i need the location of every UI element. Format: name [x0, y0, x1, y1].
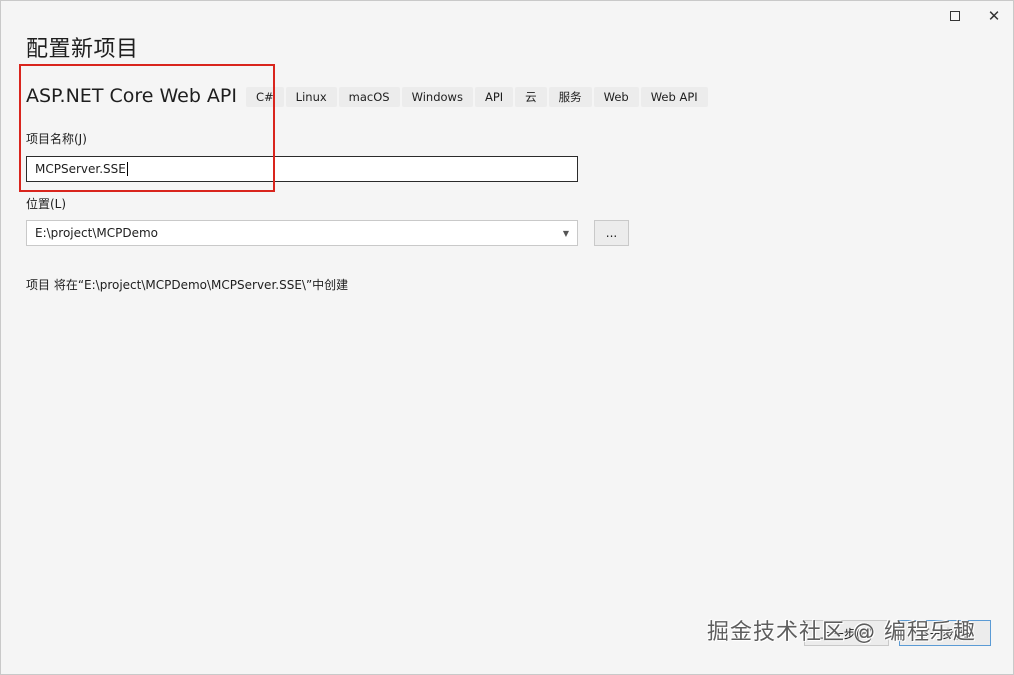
location-value: E:\project\MCPDemo: [35, 226, 158, 240]
project-name-input[interactable]: MCPServer.SSE: [26, 156, 578, 182]
text-caret: [126, 162, 128, 176]
project-name-value: MCPServer.SSE: [35, 162, 126, 176]
browse-button[interactable]: ...: [594, 220, 629, 246]
tag-cloud: 云: [515, 87, 547, 107]
close-icon: ✕: [987, 7, 1001, 25]
create-path-info: 项目 将在“E:\project\MCPDemo\MCPServer.SSE\”…: [26, 278, 349, 292]
chevron-down-icon[interactable]: ▼: [563, 229, 569, 238]
template-name: ASP.NET Core Web API: [26, 85, 237, 107]
tag-api: API: [474, 87, 514, 107]
tag-csharp: C#: [246, 87, 284, 107]
maximize-button[interactable]: [940, 5, 970, 27]
dialog-window: ✕ 配置新项目 ASP.NET Core Web API C# Linux ma…: [0, 0, 1014, 675]
tag-web: Web: [593, 87, 639, 107]
tag-macos: macOS: [338, 87, 400, 107]
tag-linux: Linux: [285, 87, 337, 107]
page-title: 配置新项目: [26, 37, 139, 62]
close-button[interactable]: ✕: [979, 5, 1009, 27]
location-label: 位置(L): [26, 197, 67, 211]
tag-service: 服务: [548, 87, 592, 107]
tag-web-api: Web API: [640, 87, 708, 107]
tag-windows: Windows: [401, 87, 473, 107]
template-tags: C# Linux macOS Windows API 云 服务 Web Web …: [246, 87, 710, 107]
project-name-label: 项目名称(J): [26, 132, 87, 146]
maximize-icon: [950, 11, 960, 21]
location-select[interactable]: E:\project\MCPDemo ▼: [26, 220, 578, 246]
back-button[interactable]: 上一步(B): [804, 620, 889, 646]
next-button[interactable]: 下一步(N): [899, 620, 991, 646]
